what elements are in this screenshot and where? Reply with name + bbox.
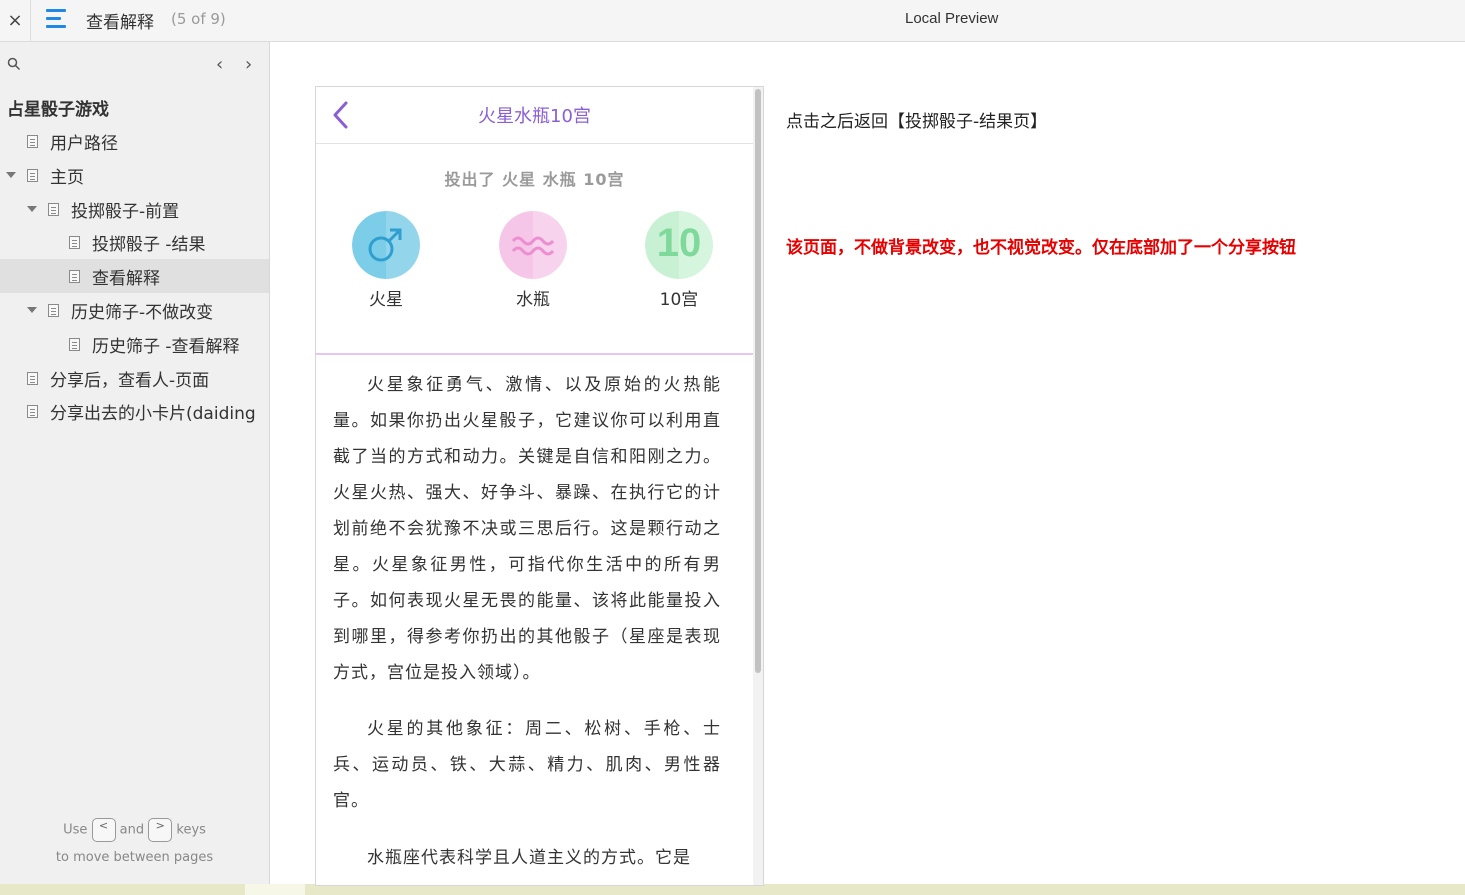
- hint-use: Use: [63, 822, 88, 838]
- tree-item-label: 查看解释: [92, 268, 160, 289]
- page-icon: [27, 168, 38, 182]
- section-divider: [316, 353, 753, 355]
- hint-keys: keys: [176, 822, 206, 838]
- tree-item-label: 投掷骰子 -结果: [92, 234, 206, 255]
- mars-icon: [352, 211, 420, 279]
- page-icon: [27, 371, 38, 385]
- house-label: 10宫: [659, 290, 699, 310]
- aquarius-icon: [499, 211, 567, 279]
- page-icon: [27, 404, 38, 418]
- rolled-result-text: 投出了 火星 水瓶 10宫: [444, 170, 625, 189]
- explanation-paragraph-3: 水瓶座代表科学且人道主义的方式。它是: [367, 848, 691, 868]
- tree-item-home[interactable]: 主页: [0, 158, 269, 192]
- menu-icon[interactable]: [46, 9, 70, 31]
- aquarius-die: [499, 211, 567, 279]
- explanation-paragraph-1: 火星象征勇气、激情、以及原始的火热能量。如果你扔出火星骰子，它建议你可以利用直截…: [333, 375, 721, 683]
- mars-label: 火星: [369, 290, 403, 310]
- page-title: 查看解释: [86, 13, 154, 33]
- house-number: 10: [656, 221, 702, 265]
- page-icon: [69, 337, 80, 351]
- tree-item-share-card[interactable]: 分享出去的小卡片(daiding: [0, 394, 269, 428]
- tree-item-roll-pre[interactable]: 投掷骰子-前置: [0, 192, 269, 226]
- caret-down-icon[interactable]: [27, 307, 37, 313]
- preview-title: Local Preview: [905, 10, 999, 27]
- phone-scrollbar[interactable]: [753, 87, 763, 885]
- project-title: 占星骰子游戏: [7, 100, 109, 120]
- tree-item-label: 投掷骰子-前置: [71, 201, 180, 222]
- explanation-paragraph-2: 火星的其他象征：周二、松树、手枪、士兵、运动员、铁、大蒜、精力、肌肉、男性器官。: [333, 719, 721, 811]
- next-key-icon: >: [148, 818, 173, 842]
- search-icon[interactable]: [7, 57, 21, 71]
- keys-hint: Use < and > keys: [0, 818, 269, 842]
- phone-title: 火星水瓶10宫: [478, 106, 591, 127]
- caret-down-icon[interactable]: [6, 172, 16, 178]
- tree-item-label: 分享出去的小卡片(daiding: [50, 403, 256, 424]
- tree-item-label: 分享后，查看人-页面: [50, 370, 210, 391]
- annotation-red-note: 该页面，不做背景改变，也不视觉改变。仅在底部加了一个分享按钮: [786, 238, 1296, 258]
- page-icon: [27, 134, 38, 148]
- top-bar: × 查看解释 (5 of 9) Local Preview: [0, 0, 1465, 42]
- prev-page-button[interactable]: ‹: [216, 54, 223, 75]
- close-button[interactable]: ×: [0, 0, 31, 41]
- prev-key-icon: <: [91, 818, 116, 842]
- tree-item-history-explanation[interactable]: 历史筛子 -查看解释: [0, 327, 269, 361]
- keys-hint-line2: to move between pages: [55, 850, 214, 865]
- page-icon: [48, 202, 59, 216]
- tree-item-label: 历史筛子 -查看解释: [92, 336, 240, 357]
- tree-item-roll-result[interactable]: 投掷骰子 -结果: [0, 225, 269, 259]
- page-counter: (5 of 9): [171, 10, 226, 28]
- phone-mockup: 火星水瓶10宫 投出了 火星 水瓶 10宫 火星 水瓶 10 10宫 火星象征勇…: [315, 86, 764, 886]
- hint-and: and: [119, 822, 145, 838]
- caret-down-icon[interactable]: [27, 206, 37, 212]
- annotation-back-note: 点击之后返回【投掷骰子-结果页】: [786, 112, 1048, 132]
- phone-header: 火星水瓶10宫: [316, 87, 753, 144]
- tree-item-label: 主页: [50, 167, 84, 188]
- house-die: 10: [645, 211, 713, 279]
- tree-item-label: 历史筛子-不做改变: [71, 302, 214, 323]
- tree-item-view-explanation[interactable]: 查看解释: [0, 259, 269, 293]
- tree-item-label: 用户路径: [50, 133, 118, 154]
- page-icon: [69, 235, 80, 249]
- mars-die: [352, 211, 420, 279]
- next-page-button[interactable]: ›: [245, 54, 252, 75]
- page-icon: [69, 269, 80, 283]
- tree-item-after-share[interactable]: 分享后，查看人-页面: [0, 361, 269, 395]
- page-icon: [48, 303, 59, 317]
- aquarius-label: 水瓶: [516, 290, 550, 310]
- tree-item-user-path[interactable]: 用户路径: [0, 124, 269, 158]
- sidebar: ‹ › 占星骰子游戏 用户路径 主页 投掷骰子-前置 投掷骰子 -结果 查看解释…: [0, 42, 270, 884]
- scrollbar-thumb[interactable]: [755, 89, 761, 673]
- tree-item-history-unchanged[interactable]: 历史筛子-不做改变: [0, 293, 269, 327]
